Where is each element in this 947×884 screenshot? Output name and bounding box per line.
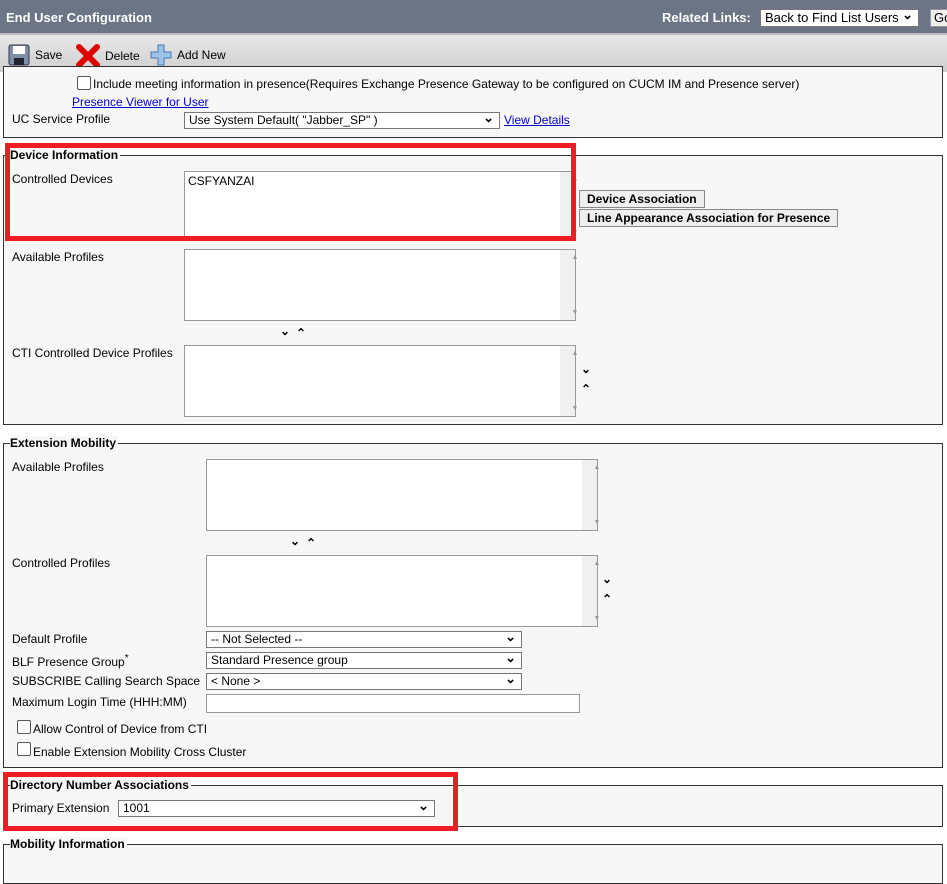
move-up-icon[interactable]: ⌃ — [306, 536, 316, 550]
max-login-time-input[interactable] — [206, 694, 580, 713]
plus-icon — [150, 44, 172, 66]
line-appearance-association-button[interactable]: Line Appearance Association for Presence — [579, 209, 839, 227]
delete-label: Delete — [105, 49, 140, 63]
page-title: End User Configuration — [6, 10, 152, 25]
extension-mobility-legend: Extension Mobility — [10, 436, 119, 450]
delete-button[interactable]: Delete — [76, 44, 140, 68]
blf-presence-group-label: BLF Presence Group* — [12, 653, 129, 669]
allow-cti-label: Allow Control of Device from CTI — [33, 722, 208, 736]
blf-label-text: BLF Presence Group — [12, 655, 125, 669]
controlled-profiles-label: Controlled Profiles — [12, 556, 111, 570]
available-profiles-label: Available Profiles — [12, 460, 104, 474]
presence-section: Include meeting information in presence(… — [3, 66, 943, 138]
cti-profiles-label: CTI Controlled Device Profiles — [12, 346, 173, 360]
related-links-select[interactable]: Back to Find List Users — [760, 9, 919, 27]
move-down-icon[interactable]: ⌄ — [290, 534, 300, 548]
view-details-link[interactable]: View Details — [504, 113, 570, 127]
scrollbar[interactable]: ▲ ▼ — [582, 460, 600, 530]
move-up-icon[interactable]: ⌃ — [296, 326, 306, 340]
allow-cti-checkbox[interactable] — [17, 720, 31, 734]
move-up-icon[interactable]: ⌃ — [581, 382, 591, 396]
include-meeting-label: Include meeting information in presence(… — [93, 77, 800, 91]
floppy-disk-icon — [8, 44, 30, 66]
default-profile-label: Default Profile — [12, 632, 88, 646]
uc-service-profile-select[interactable]: Use System Default( "Jabber_SP" ) — [184, 112, 500, 129]
scrollbar[interactable]: ▲ ▼ — [560, 250, 578, 320]
device-association-button[interactable]: Device Association — [579, 190, 705, 208]
move-up-icon[interactable]: ⌃ — [602, 592, 612, 606]
add-new-label: Add New — [177, 48, 226, 62]
uc-service-profile-label: UC Service Profile — [12, 112, 111, 126]
available-profiles-label: Available Profiles — [12, 250, 104, 264]
go-button[interactable]: Go — [930, 9, 947, 27]
em-available-profiles-list[interactable]: ▲ ▼ — [206, 459, 600, 531]
include-meeting-checkbox[interactable] — [77, 76, 91, 90]
related-links-label: Related Links: — [662, 10, 751, 25]
mobility-information-section: Mobility Information — [3, 837, 943, 884]
move-down-icon[interactable]: ⌄ — [602, 572, 612, 586]
cti-profiles-list[interactable]: ▲ ▼ — [184, 345, 578, 417]
scrollbar[interactable]: ▲ ▼ — [582, 556, 600, 626]
required-mark: * — [124, 653, 129, 664]
blf-presence-group-select[interactable]: Standard Presence group — [206, 652, 522, 669]
highlight-box — [3, 772, 458, 831]
default-profile-select[interactable]: -- Not Selected -- — [206, 631, 522, 648]
add-new-button[interactable]: Add New — [150, 44, 226, 66]
highlight-box — [5, 143, 576, 241]
max-login-time-label: Maximum Login Time (HHH:MM) — [12, 695, 187, 709]
mobility-information-legend: Mobility Information — [10, 837, 127, 851]
presence-viewer-link[interactable]: Presence Viewer for User — [72, 95, 209, 109]
cross-cluster-checkbox[interactable] — [17, 742, 31, 756]
save-button[interactable]: Save — [8, 44, 62, 66]
scrollbar[interactable]: ▲ ▼ — [560, 346, 578, 416]
cross-cluster-label: Enable Extension Mobility Cross Cluster — [33, 745, 247, 759]
subscribe-css-select[interactable]: < None > — [206, 673, 522, 690]
em-controlled-profiles-list[interactable]: ▲ ▼ — [206, 555, 600, 627]
move-down-icon[interactable]: ⌄ — [280, 324, 290, 338]
red-x-icon — [76, 44, 100, 68]
extension-mobility-section: Extension Mobility Available Profiles ▲ ▼… — [3, 436, 943, 768]
move-down-icon[interactable]: ⌄ — [581, 362, 591, 376]
subscribe-css-label: SUBSCRIBE Calling Search Space — [12, 674, 201, 688]
save-label: Save — [35, 48, 63, 62]
title-bar: End User Configuration Related Links: Ba… — [0, 0, 947, 33]
available-profiles-list[interactable]: ▲ ▼ — [184, 249, 578, 321]
